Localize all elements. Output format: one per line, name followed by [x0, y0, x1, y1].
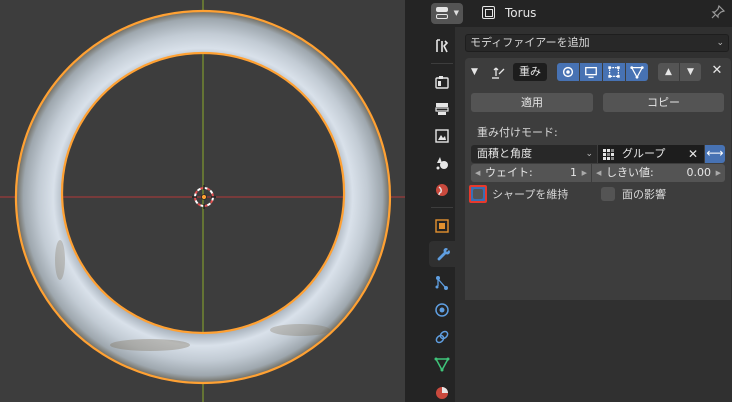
vertex-group-icon	[603, 149, 614, 160]
weight-field[interactable]: ◀ ウェイト: 1 ▶	[471, 164, 591, 182]
scene-icon	[436, 157, 448, 170]
weight-value: 1	[570, 166, 577, 179]
keep-sharp-option[interactable]: シャープを維持	[469, 184, 568, 204]
3d-cursor-icon	[192, 185, 216, 209]
face-influence-checkbox[interactable]	[601, 187, 615, 201]
material-icon	[436, 387, 448, 399]
properties-editor: ▼ Torus モディファイアーを追加 ⌄ ▼ 重み ▲ ▼ ✕ 適用 コピー …	[407, 0, 732, 402]
wrench-screwdriver-icon	[436, 39, 449, 53]
chevron-down-icon: ⌄	[585, 149, 593, 159]
move-down-button[interactable]: ▼	[680, 63, 701, 81]
add-modifier-dropdown[interactable]: モディファイアーを追加 ⌄	[465, 34, 729, 52]
modifier-body: 適用 コピー 重み付けモード: 面積と角度 ⌄ グループ ✕ ⟷ ◀ ウェイト:…	[465, 86, 731, 300]
modifier-name-field[interactable]: 重み	[513, 63, 547, 81]
weighted-normal-modifier-panel: ▼ 重み ▲ ▼ ✕ 適用 コピー 重み付けモード: 面積と角度 ⌄ グループ …	[465, 58, 731, 300]
tab-modifiers[interactable]	[429, 241, 456, 267]
chevron-left-icon: ◀	[475, 169, 481, 177]
double-arrow-icon: ⟷	[706, 146, 724, 160]
weight-label: ウェイト:	[485, 166, 533, 179]
pin-icon[interactable]	[710, 4, 726, 20]
tab-object[interactable]	[429, 213, 455, 239]
chevron-right-icon: ▶	[581, 169, 587, 177]
tab-output[interactable]	[429, 96, 455, 122]
tab-tool[interactable]	[429, 33, 455, 59]
edit-mode-toggle[interactable]	[557, 63, 579, 81]
threshold-label: しきい値:	[606, 166, 654, 179]
image-icon	[435, 129, 449, 143]
apply-button[interactable]: 適用	[471, 93, 593, 112]
move-up-button[interactable]: ▲	[658, 63, 679, 81]
tab-particles[interactable]	[429, 270, 455, 296]
chevron-left-icon: ◀	[596, 169, 602, 177]
weighting-mode-select[interactable]: 面積と角度 ⌄	[471, 145, 597, 163]
editor-type-button[interactable]: ▼	[431, 3, 463, 24]
weighting-mode-label: 重み付けモード:	[477, 126, 558, 139]
tab-view-layer[interactable]	[429, 123, 455, 149]
on-cage-toggle[interactable]	[626, 63, 648, 81]
viewport-display-toggle[interactable]	[580, 63, 602, 81]
edit-mode-display-toggle[interactable]	[603, 63, 625, 81]
object-icon	[482, 6, 495, 19]
invert-vertex-group-toggle[interactable]: ⟷	[705, 145, 725, 163]
face-influence-label: 面の影響	[622, 188, 666, 201]
monitor-icon	[585, 66, 597, 78]
object-square-icon	[435, 219, 449, 233]
weighting-mode-value: 面積と角度	[477, 147, 532, 160]
normal-modifier-icon	[492, 67, 505, 79]
camera-icon	[562, 66, 574, 78]
camera-back-icon	[435, 76, 449, 89]
keep-sharp-label: シャープを維持	[492, 188, 569, 201]
world-icon	[436, 184, 448, 196]
keep-sharp-checkbox[interactable]	[469, 185, 487, 203]
threshold-field[interactable]: ◀ しきい値: 0.00 ▶	[592, 164, 725, 182]
tab-physics[interactable]	[429, 297, 455, 323]
tab-material[interactable]	[429, 378, 455, 402]
collapse-triangle-icon[interactable]: ▼	[471, 67, 478, 77]
chevron-down-icon: ▼	[453, 9, 459, 17]
close-icon[interactable]: ✕	[688, 145, 698, 163]
physics-icon	[435, 303, 449, 317]
properties-editor-icon	[436, 7, 448, 20]
close-icon[interactable]: ✕	[710, 64, 724, 78]
modifier-header[interactable]: ▼ 重み ▲ ▼ ✕	[465, 58, 731, 86]
wrench-icon	[437, 248, 450, 261]
particles-icon	[435, 276, 448, 290]
face-influence-option[interactable]: 面の影響	[601, 184, 666, 204]
object-name: Torus	[505, 6, 537, 20]
mesh-data-icon	[434, 357, 450, 372]
chevron-down-icon: ⌄	[716, 38, 724, 48]
vertex-group-value: グループ	[622, 147, 666, 160]
tab-constraints[interactable]	[429, 324, 455, 350]
chevron-right-icon: ▶	[715, 169, 721, 177]
properties-header: ▼ Torus	[407, 0, 732, 27]
add-modifier-label: モディファイアーを追加	[470, 36, 590, 49]
tab-scene[interactable]	[429, 150, 455, 176]
copy-button[interactable]: コピー	[603, 93, 724, 112]
tab-data[interactable]	[429, 351, 455, 377]
tab-render[interactable]	[429, 69, 455, 95]
constraint-icon	[435, 330, 449, 344]
3d-viewport[interactable]	[0, 0, 405, 402]
properties-tab-strip	[407, 27, 456, 402]
threshold-value: 0.00	[686, 166, 712, 179]
viewport-canvas[interactable]	[0, 0, 405, 402]
edit-mode-square-icon	[608, 66, 620, 78]
tab-world[interactable]	[429, 177, 455, 203]
vertex-group-field[interactable]: グループ ✕	[598, 145, 704, 163]
printer-icon	[435, 103, 449, 115]
modifier-properties: モディファイアーを追加 ⌄ ▼ 重み ▲ ▼ ✕ 適用 コピー 重み付けモード:…	[455, 27, 732, 402]
triangle-vertices-icon	[630, 66, 644, 79]
